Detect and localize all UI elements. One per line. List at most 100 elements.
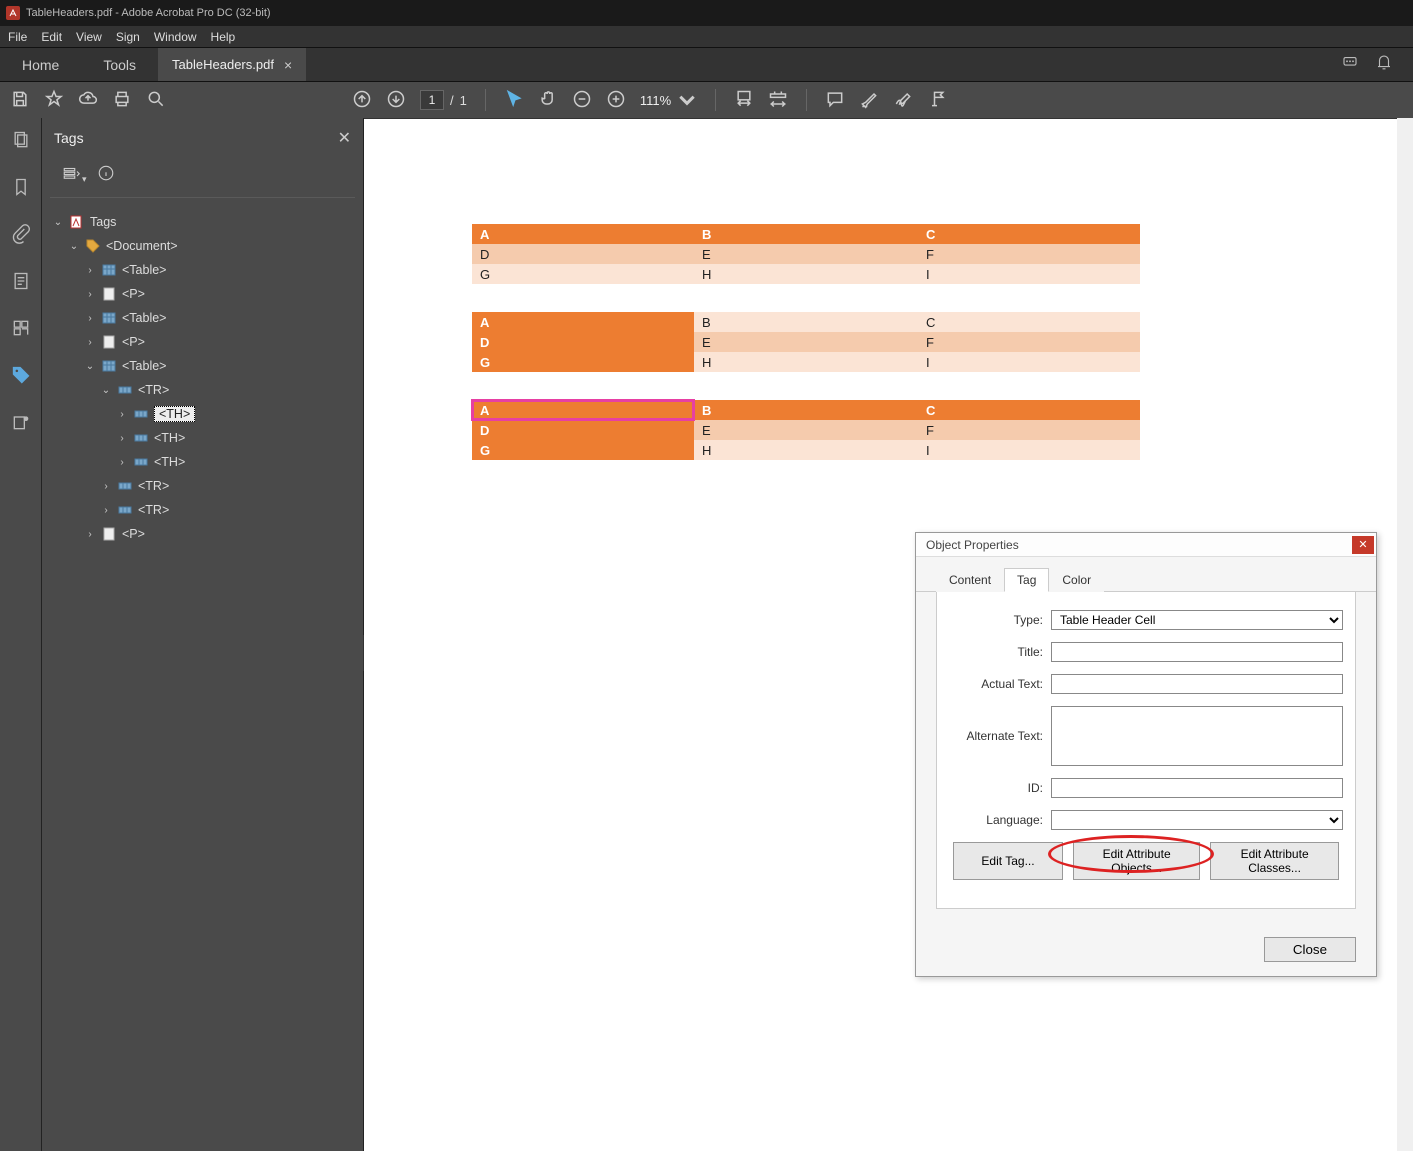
- cell: G: [472, 440, 694, 460]
- tree-th-2[interactable]: ›<TH>: [46, 426, 359, 450]
- cell: H: [694, 440, 918, 460]
- toolbar: / 1 111%: [0, 82, 1413, 118]
- cell: D: [472, 420, 694, 440]
- search-icon[interactable]: [146, 89, 166, 112]
- dialog-tab-color[interactable]: Color: [1049, 568, 1104, 592]
- prev-page-icon[interactable]: [352, 89, 372, 112]
- fit-height-icon[interactable]: [768, 89, 788, 112]
- page-input[interactable]: [420, 90, 444, 110]
- alt-text-field[interactable]: [1051, 706, 1343, 766]
- tree-root[interactable]: ⌄Tags: [46, 210, 359, 234]
- cell: E: [694, 420, 918, 440]
- window-title: TableHeaders.pdf - Adobe Acrobat Pro DC …: [26, 7, 271, 19]
- edit-tag-button[interactable]: Edit Tag...: [953, 842, 1063, 880]
- tree-table-2[interactable]: ›<Table>: [46, 306, 359, 330]
- dialog-close-icon[interactable]: ✕: [1352, 536, 1374, 554]
- menu-window[interactable]: Window: [154, 30, 197, 44]
- label-id: ID:: [949, 781, 1051, 795]
- panel-info-icon[interactable]: [97, 164, 115, 185]
- highlight-icon[interactable]: [859, 89, 879, 112]
- zoom-in-icon[interactable]: [606, 89, 626, 112]
- menu-sign[interactable]: Sign: [116, 30, 140, 44]
- star-icon[interactable]: [44, 89, 64, 112]
- window-titlebar: TableHeaders.pdf - Adobe Acrobat Pro DC …: [0, 0, 1413, 26]
- menu-help[interactable]: Help: [211, 30, 236, 44]
- cell: E: [694, 244, 918, 264]
- zoom-level[interactable]: 111%: [640, 90, 697, 110]
- cell: G: [472, 352, 694, 372]
- tree-p-3[interactable]: ›<P>: [46, 522, 359, 546]
- dialog-tab-content[interactable]: Content: [936, 568, 1004, 592]
- tree-tr-1[interactable]: ⌄<TR>: [46, 378, 359, 402]
- bookmarks-icon[interactable]: [11, 177, 31, 202]
- cloud-upload-icon[interactable]: [78, 89, 98, 112]
- vertical-scrollbar[interactable]: [1397, 118, 1413, 1151]
- tab-home[interactable]: Home: [0, 48, 81, 81]
- fit-width-icon[interactable]: [734, 89, 754, 112]
- cell: C: [918, 400, 1140, 420]
- menu-file[interactable]: File: [8, 30, 27, 44]
- dialog-form: Type: Table Header Cell Title: Actual Te…: [936, 592, 1356, 909]
- save-icon[interactable]: [10, 89, 30, 112]
- content-icon[interactable]: [11, 271, 31, 296]
- tree-tr-2[interactable]: ›<TR>: [46, 474, 359, 498]
- print-icon[interactable]: [112, 89, 132, 112]
- cell: F: [918, 332, 1140, 352]
- actual-text-field[interactable]: [1051, 674, 1343, 694]
- tree-p-1[interactable]: ›<P>: [46, 282, 359, 306]
- cell: E: [694, 332, 918, 352]
- tree-table-3[interactable]: ⌄<Table>: [46, 354, 359, 378]
- tree-th-1[interactable]: ›<TH>: [46, 402, 359, 426]
- tree-p-2[interactable]: ›<P>: [46, 330, 359, 354]
- table-3: ABC DEF GHI: [472, 400, 1140, 460]
- attachments-icon[interactable]: [11, 224, 31, 249]
- next-page-icon[interactable]: [386, 89, 406, 112]
- label-lang: Language:: [949, 813, 1051, 827]
- tab-document[interactable]: TableHeaders.pdf ×: [158, 48, 306, 81]
- panel-close-icon[interactable]: ✕: [338, 128, 351, 148]
- sign-icon[interactable]: [893, 89, 913, 112]
- cell-selected: A: [472, 400, 694, 420]
- tab-tools[interactable]: Tools: [81, 48, 158, 81]
- table-1: ABC DEF GHI: [472, 224, 1140, 284]
- tags-icon[interactable]: [11, 365, 31, 390]
- zoom-out-icon[interactable]: [572, 89, 592, 112]
- page-number: / 1: [420, 90, 467, 110]
- edit-attribute-objects-button[interactable]: Edit Attribute Objects...: [1073, 842, 1200, 880]
- dialog-close-button[interactable]: Close: [1264, 937, 1356, 962]
- panel-options-icon[interactable]: ▾: [62, 164, 87, 185]
- menubar: File Edit View Sign Window Help: [0, 26, 1413, 48]
- dialog-tab-tag[interactable]: Tag: [1004, 568, 1049, 592]
- title-field[interactable]: [1051, 642, 1343, 662]
- accessibility-icon[interactable]: [11, 412, 31, 437]
- tree-th-3[interactable]: ›<TH>: [46, 450, 359, 474]
- dialog-titlebar[interactable]: Object Properties ✕: [916, 533, 1376, 557]
- dialog-title: Object Properties: [926, 538, 1019, 552]
- page-sep: /: [450, 93, 454, 108]
- comment-icon[interactable]: [825, 89, 845, 112]
- type-select[interactable]: Table Header Cell: [1051, 610, 1343, 630]
- cell: B: [694, 224, 918, 244]
- cell: C: [918, 224, 1140, 244]
- id-field[interactable]: [1051, 778, 1343, 798]
- menu-edit[interactable]: Edit: [41, 30, 62, 44]
- tab-close-icon[interactable]: ×: [284, 57, 292, 73]
- bell-icon[interactable]: [1341, 53, 1359, 76]
- select-tool-icon[interactable]: [504, 89, 524, 112]
- tree-table-1[interactable]: ›<Table>: [46, 258, 359, 282]
- cell: D: [472, 332, 694, 352]
- cell: I: [918, 352, 1140, 372]
- tree-tr-3[interactable]: ›<TR>: [46, 498, 359, 522]
- notif-icon[interactable]: [1375, 53, 1393, 76]
- language-select[interactable]: [1051, 810, 1343, 830]
- cell: A: [472, 224, 694, 244]
- hand-tool-icon[interactable]: [538, 89, 558, 112]
- cell: B: [694, 312, 918, 332]
- menu-view[interactable]: View: [76, 30, 102, 44]
- tab-document-label: TableHeaders.pdf: [172, 57, 274, 72]
- pages-icon[interactable]: [11, 130, 31, 155]
- edit-attribute-classes-button[interactable]: Edit Attribute Classes...: [1210, 842, 1339, 880]
- more-tools-icon[interactable]: [927, 89, 947, 112]
- tree-document[interactable]: ⌄<Document>: [46, 234, 359, 258]
- order-icon[interactable]: [11, 318, 31, 343]
